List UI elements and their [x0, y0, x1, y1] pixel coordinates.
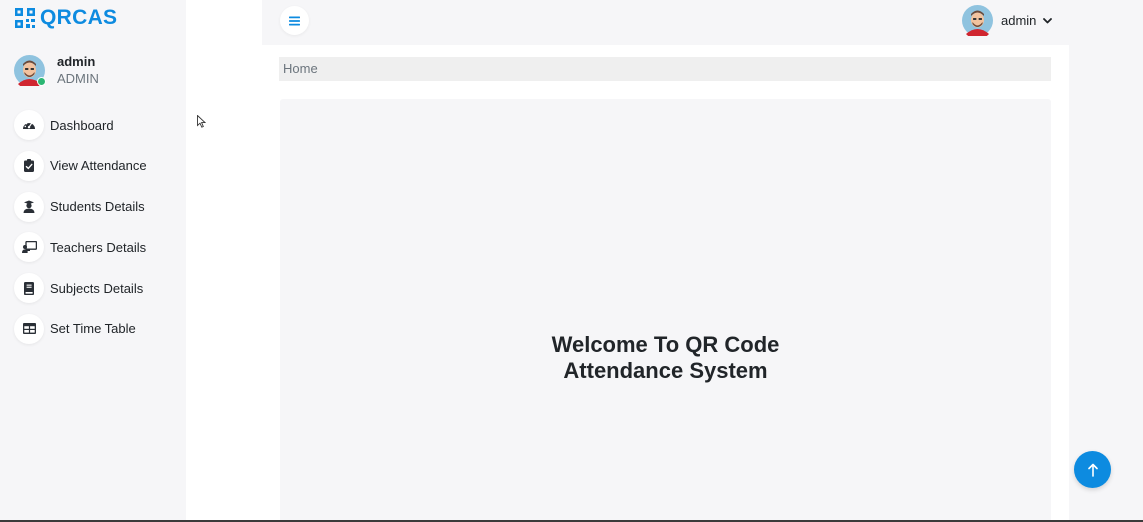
page-title: Welcome To QR Code Attendance System — [551, 332, 780, 383]
arrow-up-icon — [1087, 463, 1098, 477]
sidebar-profile: admin ADMIN — [14, 54, 99, 89]
sidebar-item-set-time-table[interactable]: Set Time Table — [14, 313, 186, 345]
sidebar-item-label: View Attendance — [50, 158, 147, 174]
sidebar-nav: Dashboard View Attendance Students Detai… — [14, 109, 186, 354]
clipboard-check-icon — [14, 150, 44, 181]
online-status-dot — [37, 76, 46, 86]
header-user-name: admin — [1001, 13, 1037, 28]
sidebar-item-subjects-details[interactable]: Subjects Details — [14, 272, 186, 304]
sidebar-toggle-button[interactable] — [280, 6, 309, 35]
sidebar-item-dashboard[interactable]: Dashboard — [14, 109, 186, 141]
avatar — [14, 54, 46, 89]
tachometer-icon — [14, 110, 44, 140]
breadcrumb: Home — [279, 57, 1051, 81]
sidebar-item-label: Subjects Details — [50, 280, 144, 296]
brand-name: QRCAS — [40, 6, 118, 29]
chevron-down-icon — [1043, 17, 1053, 23]
user-menu-dropdown[interactable]: admin — [962, 5, 1053, 40]
scroll-to-top-button[interactable] — [1074, 451, 1111, 488]
brand-logo[interactable]: QRCAS — [15, 6, 117, 30]
qrcode-icon — [15, 8, 35, 28]
sidebar-item-view-attendance[interactable]: View Attendance — [14, 150, 186, 182]
welcome-card — [280, 99, 1051, 522]
sidebar: QRCAS admin ADMIN Dashboard View Attenda… — [0, 0, 186, 522]
book-icon — [14, 273, 44, 304]
profile-role: ADMIN — [57, 70, 99, 86]
sidebar-gutter — [186, 0, 262, 522]
sidebar-item-label: Dashboard — [50, 117, 114, 133]
chalkboard-teacher-icon — [14, 232, 44, 263]
profile-name: admin — [57, 54, 96, 69]
mouse-cursor-icon — [197, 115, 206, 128]
sidebar-item-students-details[interactable]: Students Details — [14, 191, 186, 223]
sidebar-item-label: Teachers Details — [50, 239, 147, 255]
avatar — [962, 5, 993, 40]
right-margin — [1069, 45, 1143, 522]
sidebar-item-teachers-details[interactable]: Teachers Details — [14, 231, 186, 263]
welcome-message: Welcome To QR Code Attendance System — [280, 332, 1051, 384]
user-graduate-icon — [14, 191, 44, 222]
sidebar-item-label: Set Time Table — [50, 321, 136, 337]
bars-icon — [289, 16, 300, 25]
sidebar-item-label: Students Details — [50, 199, 145, 215]
breadcrumb-home[interactable]: Home — [283, 61, 318, 76]
table-icon — [14, 313, 44, 344]
